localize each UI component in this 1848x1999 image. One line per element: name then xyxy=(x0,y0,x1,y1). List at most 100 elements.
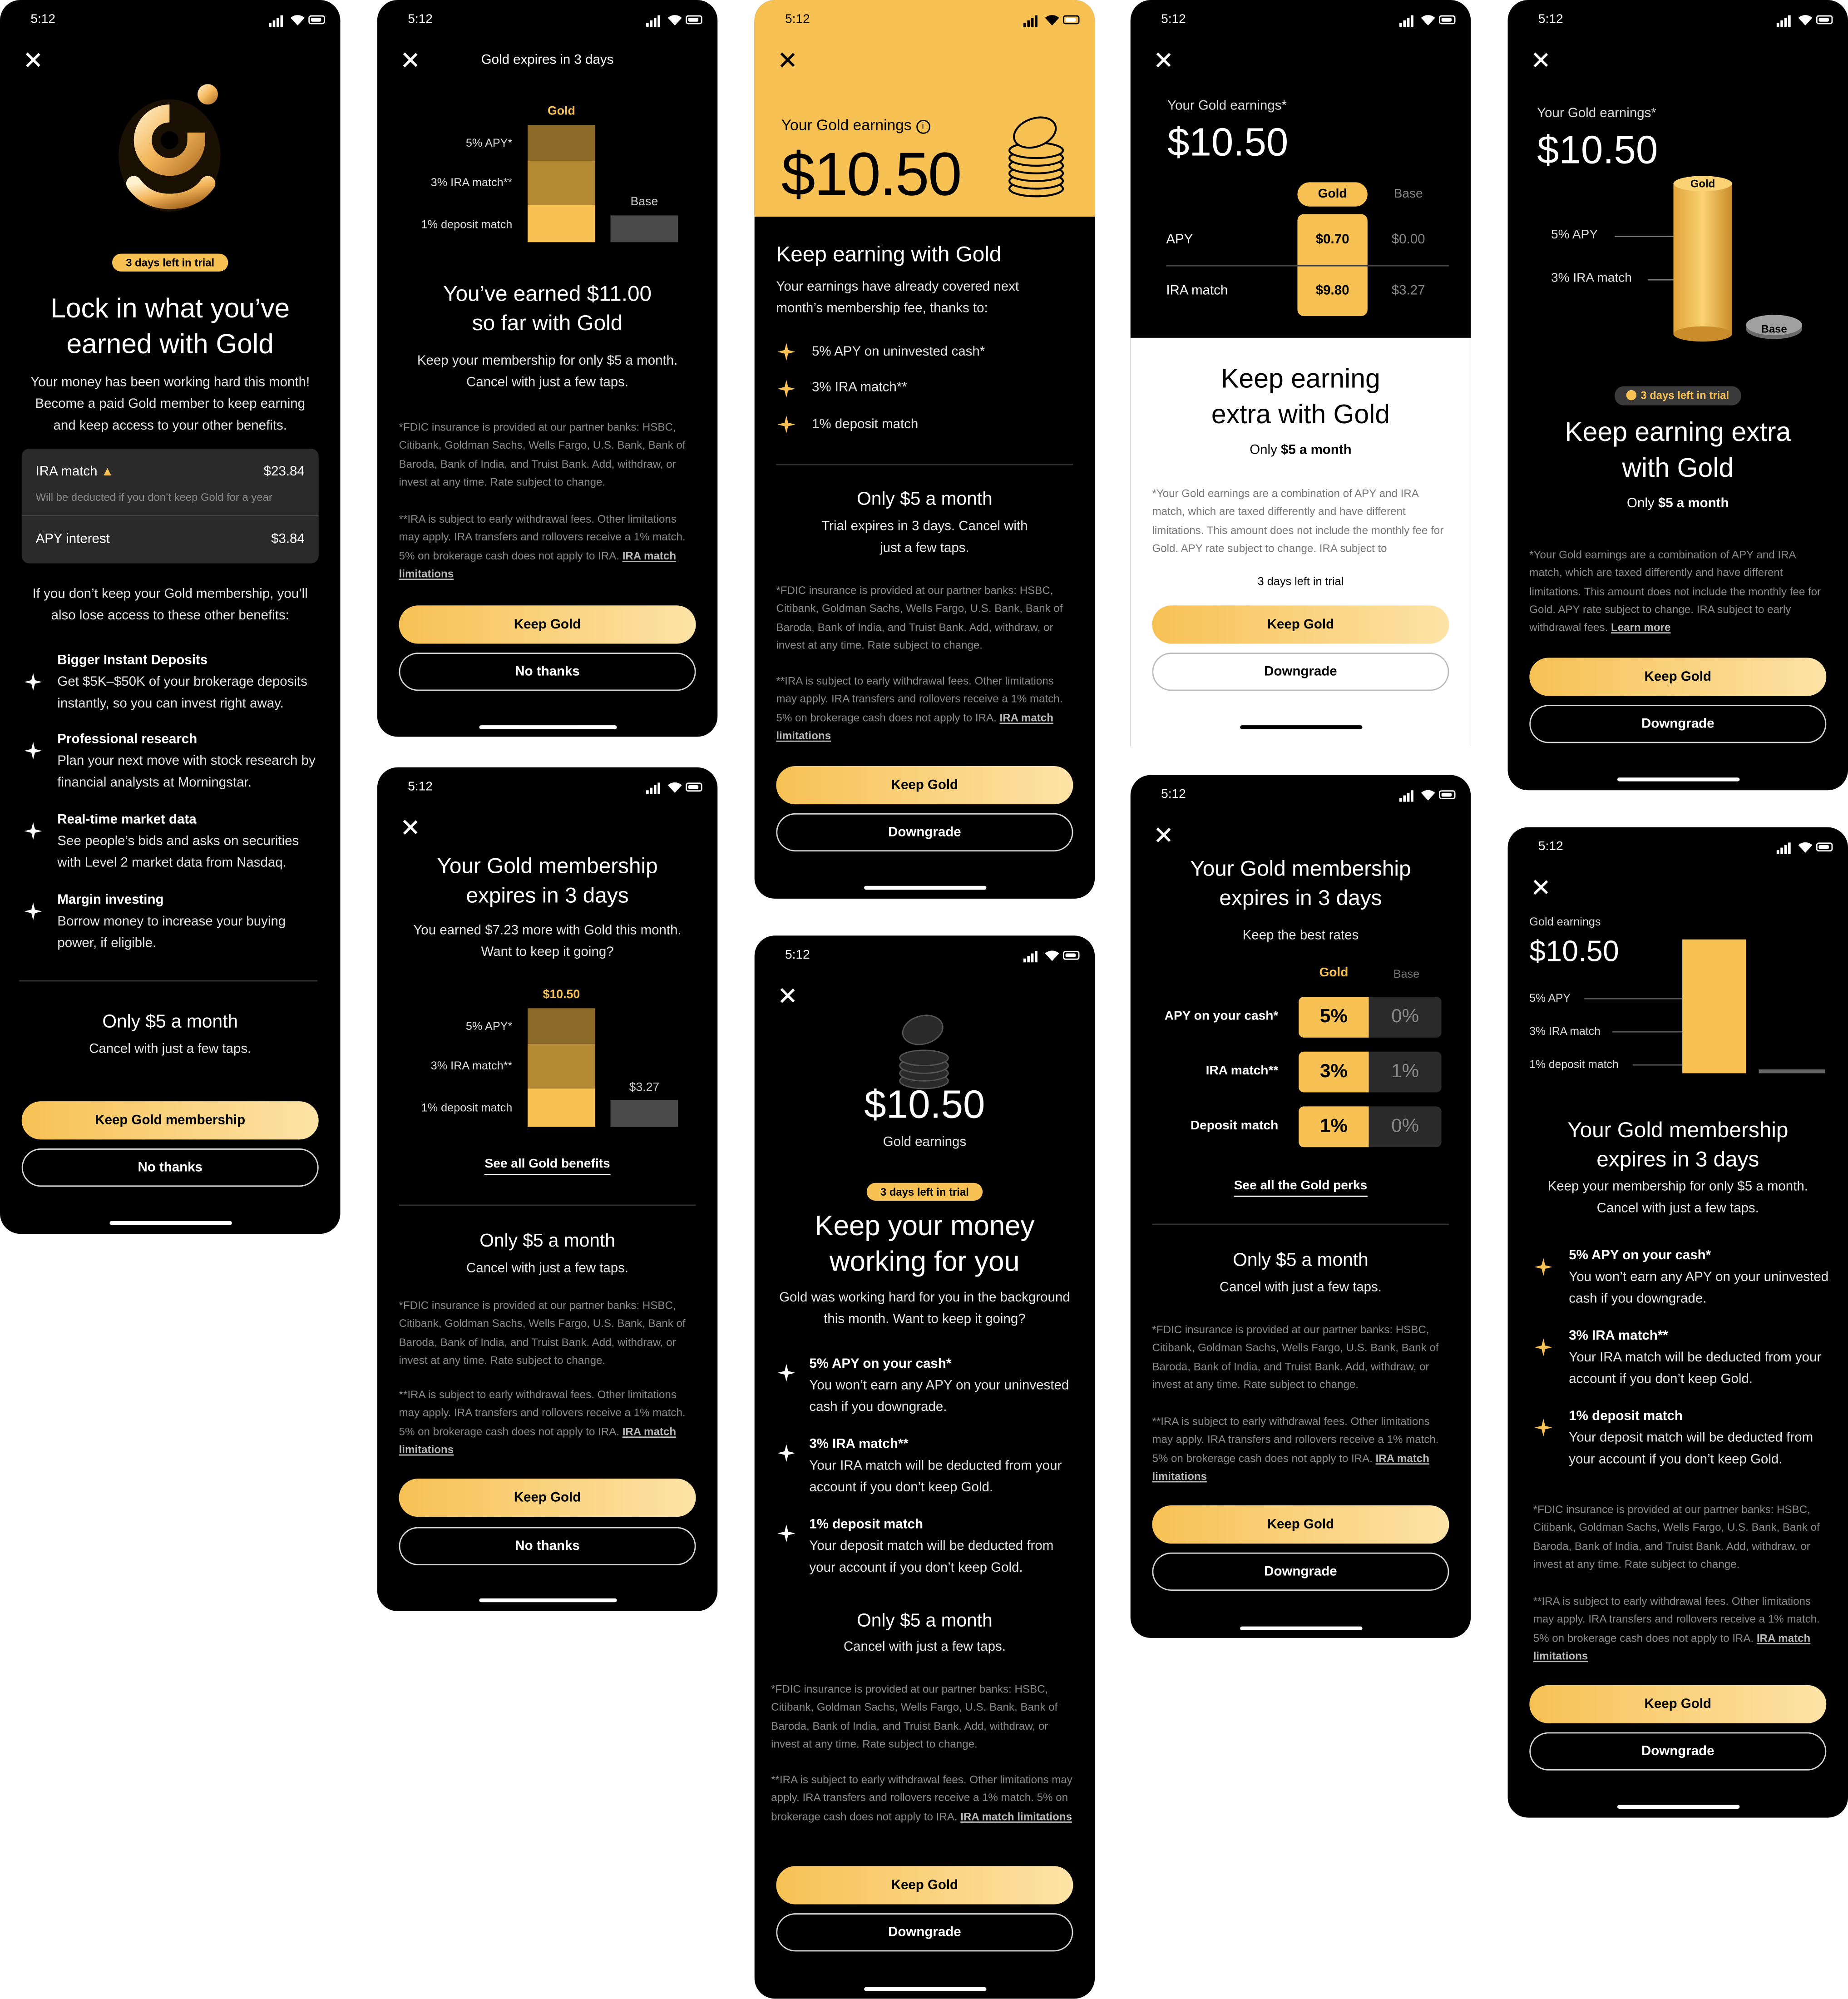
row-gold-value: $0.70 xyxy=(1315,232,1349,247)
chart-base-label: Base xyxy=(630,195,658,209)
close-icon[interactable] xyxy=(1533,52,1549,68)
benefit-item: Professional research Plan your next move… xyxy=(57,732,316,791)
rate-row-label: Deposit match xyxy=(1190,1119,1279,1133)
downgrade-button[interactable]: Downgrade xyxy=(1152,1552,1449,1591)
page-subtitle: Only $5 a month xyxy=(1627,495,1729,511)
keep-gold-button[interactable]: Keep Gold xyxy=(1529,1685,1827,1723)
home-indicator xyxy=(863,886,986,890)
close-icon[interactable] xyxy=(1156,827,1171,843)
status-bar: 5:12 xyxy=(377,780,717,798)
home-indicator xyxy=(1616,1805,1739,1809)
page-subtitle: Keep your membership for only $5 a month… xyxy=(1547,1179,1808,1216)
keep-gold-button[interactable]: Keep Gold xyxy=(776,1866,1073,1905)
price-subtitle: Trial expires in 3 days. Cancel with jus… xyxy=(821,519,1028,556)
keep-gold-button[interactable]: Keep Gold xyxy=(1529,658,1827,696)
sparkle-icon xyxy=(1534,1338,1552,1356)
price-subtitle: Cancel with just a few taps. xyxy=(466,1261,629,1276)
bullet-item: 3% IRA match** xyxy=(811,380,907,396)
status-bar: 5:12 xyxy=(1131,788,1471,806)
ira-disclosure: **IRA is subject to early withdrawal fee… xyxy=(776,674,1063,742)
col-base-header: Base xyxy=(1393,967,1420,980)
see-all-benefits-link[interactable]: See all Gold benefits xyxy=(377,1157,717,1175)
home-indicator xyxy=(1239,725,1362,729)
wifi-icon xyxy=(1045,950,1059,961)
page-title: Your Gold membership expires in 3 days xyxy=(437,854,658,908)
close-icon[interactable] xyxy=(403,820,418,835)
home-indicator xyxy=(863,1987,986,1991)
rate-base-cell: 0% xyxy=(1369,996,1442,1038)
benefit-item: 5% APY on your cash* You won’t earn any A… xyxy=(1569,1247,1829,1307)
sparkle-icon xyxy=(24,902,42,920)
leader-line xyxy=(1584,998,1683,1000)
downgrade-button[interactable]: Downgrade xyxy=(1152,653,1449,691)
status-time: 5:12 xyxy=(1161,787,1186,802)
divider xyxy=(399,1204,696,1206)
keep-gold-button[interactable]: Keep Gold xyxy=(776,766,1073,805)
trial-pill: 3 days left in trial xyxy=(866,1183,983,1201)
wifi-icon xyxy=(1045,15,1059,26)
price-title: Only $5 a month xyxy=(479,1231,615,1252)
chart-row-label: 3% IRA match** xyxy=(430,176,513,189)
sparkle-icon xyxy=(1534,1419,1552,1437)
keep-gold-button[interactable]: Keep Gold xyxy=(1152,605,1449,644)
ira-row-note: Will be deducted if you don’t keep Gold … xyxy=(35,490,272,504)
close-icon[interactable] xyxy=(780,52,796,68)
keep-gold-button[interactable]: Keep Gold xyxy=(1152,1505,1449,1544)
no-thanks-button[interactable]: No thanks xyxy=(399,653,696,691)
close-icon[interactable] xyxy=(1533,880,1549,895)
earnings-label: Gold earnings xyxy=(1529,915,1601,928)
status-icons xyxy=(1399,789,1456,802)
sparkle-icon xyxy=(24,673,42,691)
battery-icon xyxy=(1438,15,1456,25)
chart-bar-deposit xyxy=(528,1089,595,1127)
status-time: 5:12 xyxy=(1161,13,1186,27)
info-icon[interactable]: i xyxy=(916,119,930,134)
battery-icon xyxy=(686,782,702,792)
sparkle-icon xyxy=(777,1364,796,1382)
status-time: 5:12 xyxy=(1538,13,1563,27)
row-divider xyxy=(1166,265,1449,267)
close-icon[interactable] xyxy=(780,988,796,1003)
wifi-icon xyxy=(1798,842,1813,853)
sparkle-icon xyxy=(24,822,42,840)
see-all-perks-link[interactable]: See all the Gold perks xyxy=(1131,1179,1471,1197)
keep-gold-button[interactable]: Keep Gold xyxy=(399,1479,696,1517)
keep-gold-button[interactable]: Keep Gold xyxy=(399,605,696,644)
fdic-disclosure: *FDIC insurance is provided at our partn… xyxy=(399,421,686,488)
status-bar: 5:12 xyxy=(755,948,1095,966)
page-title: Keep earning extra with Gold xyxy=(1211,364,1390,430)
close-icon[interactable] xyxy=(25,52,41,68)
no-thanks-button[interactable]: No thanks xyxy=(21,1148,319,1187)
status-bar: 5:12 xyxy=(377,13,717,30)
downgrade-button[interactable]: Downgrade xyxy=(1529,1732,1827,1771)
sparkle-icon xyxy=(777,343,796,361)
earnings-label: Your Gold earnings* xyxy=(1167,98,1287,114)
chart-row-label: 1% deposit match xyxy=(421,1101,513,1114)
ira-limitations-link[interactable]: IRA match limitations xyxy=(960,1810,1072,1822)
status-icons xyxy=(1776,14,1833,27)
page-subtitle: Keep your membership for only $5 a month… xyxy=(417,353,678,390)
close-icon[interactable] xyxy=(1156,52,1171,68)
chart-row-label: 5% APY* xyxy=(465,1019,513,1033)
battery-icon xyxy=(686,15,702,25)
downgrade-button[interactable]: Downgrade xyxy=(1529,705,1827,743)
col-base-header: Base xyxy=(1393,187,1423,202)
price-title: Only $5 a month xyxy=(857,489,993,510)
leader-line xyxy=(1648,279,1674,281)
no-thanks-button[interactable]: No thanks xyxy=(399,1527,696,1565)
bullet-item: 5% APY on uninvested cash* xyxy=(811,344,985,360)
benefit-item: 5% APY on your cash* You won’t earn any A… xyxy=(809,1356,1069,1415)
earnings-footnote: *Your Gold earnings are a combination of… xyxy=(1152,487,1444,554)
screen-best-rates: 5:12 Your Gold membership expires in 3 d… xyxy=(1130,775,1471,1638)
rate-row-label: IRA match** xyxy=(1206,1064,1279,1079)
price-title: Only $5 a month xyxy=(102,1012,238,1033)
downgrade-button[interactable]: Downgrade xyxy=(776,1913,1073,1952)
screen-keep-money-working: 5:12 $10.50 Gold earnings 3 days left in… xyxy=(754,935,1095,1999)
benefit-item: 1% deposit match Your deposit match will … xyxy=(1569,1408,1813,1467)
status-icons xyxy=(646,14,702,27)
rate-base-cell: 1% xyxy=(1369,1051,1442,1093)
learn-more-link[interactable]: Learn more xyxy=(1611,621,1670,633)
keep-gold-membership-button[interactable]: Keep Gold membership xyxy=(21,1101,319,1140)
earnings-value: $10.50 xyxy=(1537,127,1658,172)
downgrade-button[interactable]: Downgrade xyxy=(776,813,1073,852)
